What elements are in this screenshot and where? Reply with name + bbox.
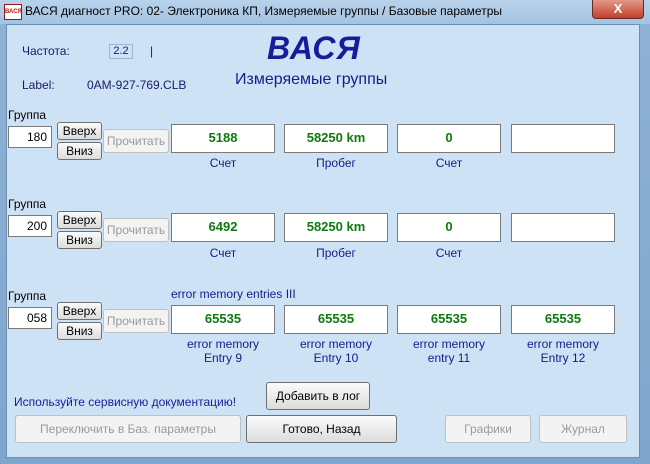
read-button[interactable]: Прочитать (103, 129, 169, 153)
add-to-log-button[interactable]: Добавить в лог (266, 382, 370, 410)
value-caption: Пробег (316, 246, 356, 260)
label-caption: Label: (22, 78, 55, 92)
journal-button[interactable]: Журнал (539, 415, 627, 443)
value-caption: Счет (435, 156, 463, 170)
value-caption: error memory Entry 12 (526, 337, 599, 365)
value-field: 58250 km (284, 213, 388, 242)
value-field (511, 124, 615, 153)
frequency-separator: | (150, 44, 154, 58)
client-area: Частота: 2.2 | Label: 0AM-927-769.CLB ВА… (6, 24, 640, 458)
read-button[interactable]: Прочитать (103, 218, 169, 242)
value-field (511, 213, 615, 242)
value-caption: error memory Entry 10 (299, 337, 372, 365)
value-field: 0 (397, 124, 501, 153)
value-field: 5188 (171, 124, 275, 153)
group-number-input[interactable]: 180 (8, 126, 52, 148)
group-number-input[interactable]: 058 (8, 307, 52, 329)
value-caption: Счет (209, 246, 237, 260)
group-up-button[interactable]: Вверх (57, 211, 102, 229)
value-field: 6492 (171, 213, 275, 242)
page-subtitle: Измеряемые группы (235, 71, 388, 88)
window-title: ВАСЯ диагност PRO: 02- Электроника КП, И… (25, 4, 502, 18)
frequency-label: Частота: (22, 44, 70, 58)
group-number-input[interactable]: 200 (8, 215, 52, 237)
value-field: 65535 (171, 305, 275, 334)
group-heading: error memory entries III (171, 287, 296, 301)
app-icon: ВАСЯ (4, 4, 22, 20)
group-label: Группа (8, 197, 47, 211)
value-caption: Пробег (316, 156, 356, 170)
value-field: 0 (397, 213, 501, 242)
brand-title: ВАСЯ (267, 30, 361, 66)
switch-basic-params-button[interactable]: Переключить в Баз. параметры (15, 415, 241, 443)
group-up-button[interactable]: Вверх (57, 122, 102, 140)
label-value: 0AM-927-769.CLB (87, 78, 187, 92)
value-caption: error memory entry 11 (412, 337, 485, 365)
value-caption: Счет (209, 156, 237, 170)
graphs-button[interactable]: Графики (445, 415, 531, 443)
title-bar[interactable]: ВАСЯ ВАСЯ диагност PRO: 02- Электроника … (0, 0, 650, 24)
value-caption: Счет (435, 246, 463, 260)
group-down-button[interactable]: Вниз (57, 322, 102, 340)
value-caption: error memory Entry 9 (186, 337, 259, 365)
group-down-button[interactable]: Вниз (57, 142, 102, 160)
main-window: ВАСЯ ВАСЯ диагност PRO: 02- Электроника … (0, 0, 650, 464)
group-down-button[interactable]: Вниз (57, 231, 102, 249)
value-field: 58250 km (284, 124, 388, 153)
value-field: 65535 (397, 305, 501, 334)
frequency-value: 2.2 (109, 44, 133, 59)
read-button[interactable]: Прочитать (103, 309, 169, 333)
close-button[interactable]: X (592, 0, 644, 19)
group-label: Группа (8, 289, 47, 303)
group-label: Группа (8, 108, 47, 122)
service-hint: Используйте сервисную документацию! (14, 395, 237, 409)
group-up-button[interactable]: Вверх (57, 302, 102, 320)
done-back-button[interactable]: Готово, Назад (246, 415, 397, 443)
value-field: 65535 (284, 305, 388, 334)
value-field: 65535 (511, 305, 615, 334)
